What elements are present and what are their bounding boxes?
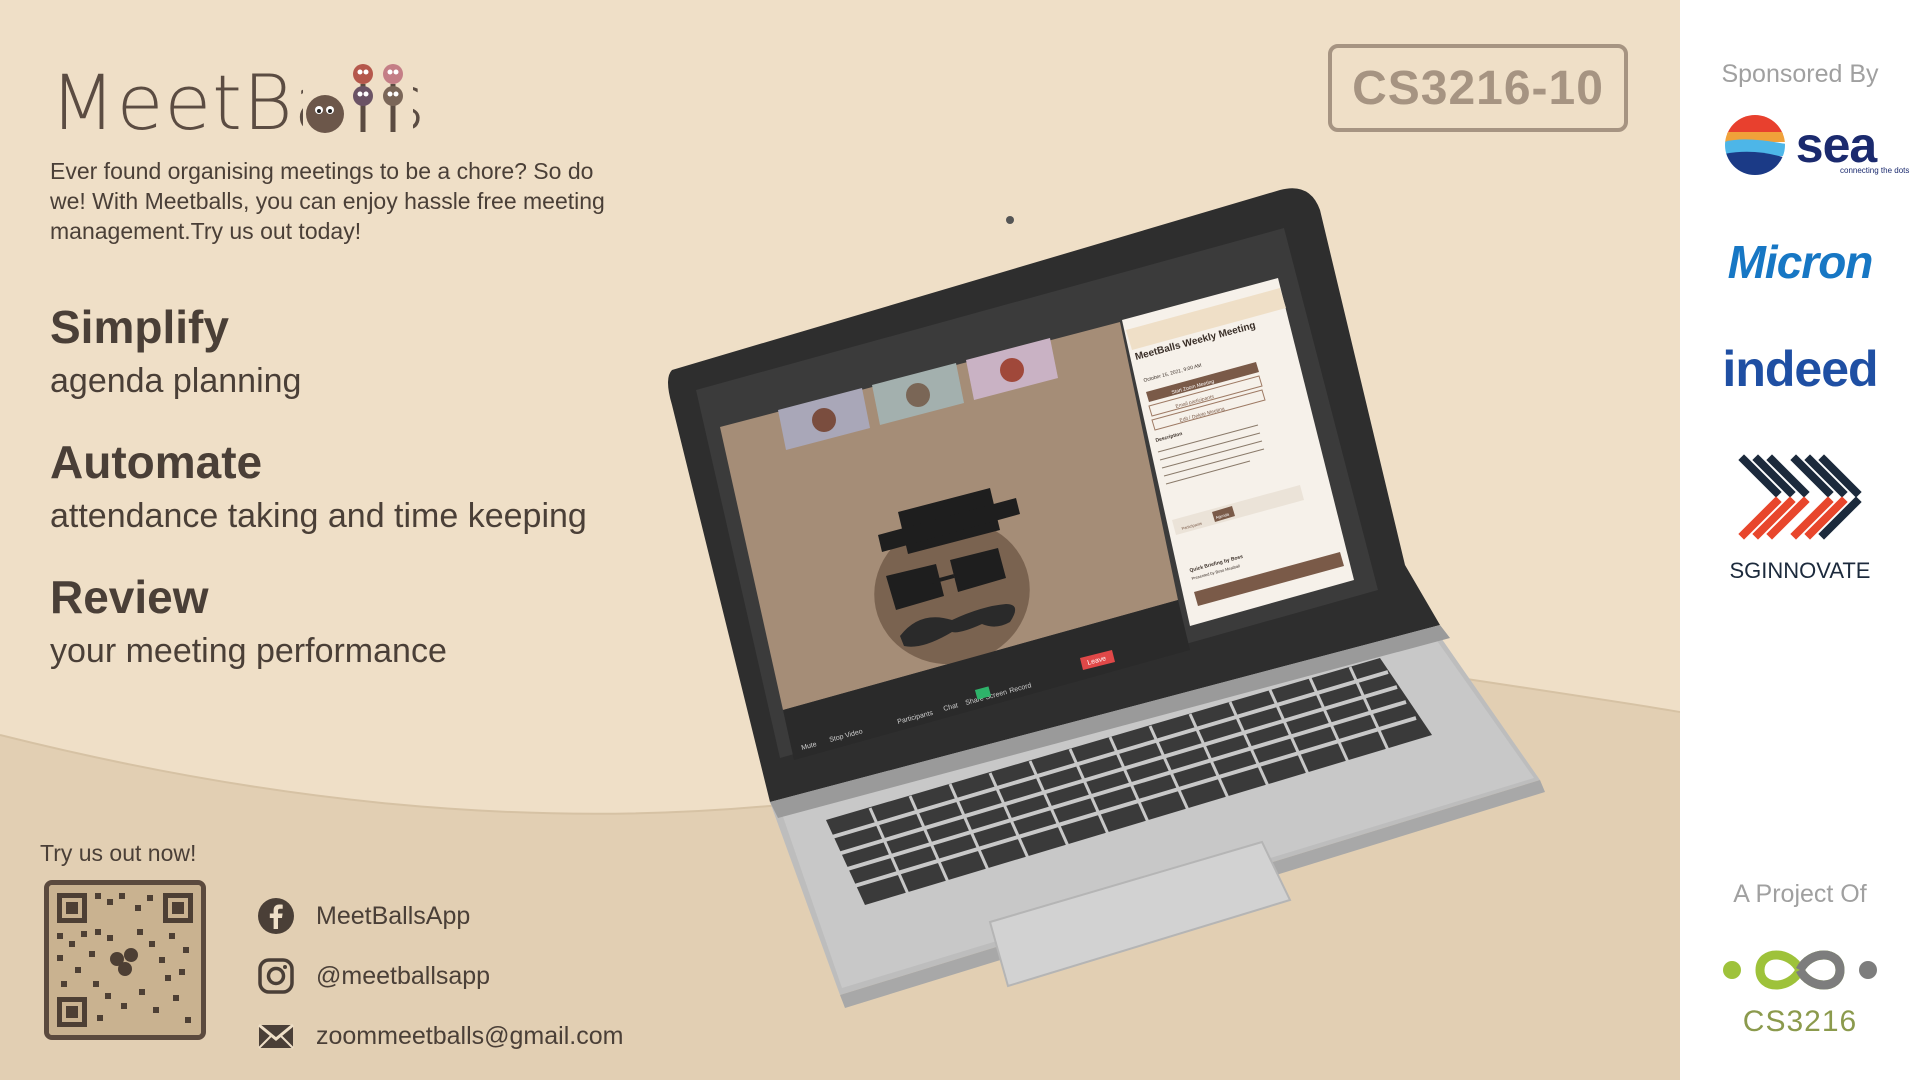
qr-code[interactable] bbox=[44, 880, 206, 1040]
cta-label: Try us out now! bbox=[40, 840, 197, 866]
contact-facebook[interactable]: MeetBallsApp bbox=[256, 896, 470, 936]
feature-title-automate: Automate bbox=[50, 436, 263, 488]
sponsored-by-label: Sponsored By bbox=[1721, 60, 1879, 88]
sponsor-micron[interactable]: Micron bbox=[1680, 232, 1920, 292]
feature-title-review: Review bbox=[50, 571, 209, 623]
feature-subtitle-automate: attendance taking and time keeping bbox=[50, 497, 587, 535]
cs3216-logo[interactable] bbox=[1680, 940, 1920, 1000]
laptop-illustration: Mute Stop Video Participants Chat Share … bbox=[668, 188, 1545, 1008]
project-of-label: A Project Of bbox=[1733, 880, 1867, 908]
mail-icon bbox=[258, 1023, 294, 1049]
feature-subtitle-review: your meeting performance bbox=[50, 632, 447, 670]
sponsor-sginnovate-mark bbox=[1680, 452, 1920, 552]
sponsor-indeed-name: indeed bbox=[1722, 341, 1878, 397]
facebook-icon bbox=[258, 898, 294, 934]
project-name-text: CS3216 bbox=[1742, 1005, 1858, 1038]
meatballs-logo-icon bbox=[303, 62, 413, 134]
infinity-logo-icon bbox=[1723, 950, 1877, 990]
sponsor-sidebar: Sponsored By sea connecting the dots Mic… bbox=[1680, 0, 1920, 1080]
qr-code-pattern bbox=[49, 885, 201, 1035]
contact-instagram-text: @meetballsapp bbox=[316, 961, 491, 990]
poster-main: MeetBalls Ever found organising meetings… bbox=[0, 0, 1680, 1080]
brand-tagline: Ever found organising meetings to be a c… bbox=[50, 158, 605, 244]
sponsor-indeed[interactable]: indeed bbox=[1680, 336, 1920, 402]
feature-title-simplify: Simplify bbox=[50, 301, 229, 353]
course-code-badge: CS3216-10 bbox=[1328, 44, 1628, 132]
sponsor-micron-name: Micron bbox=[1727, 236, 1874, 288]
sponsor-sginnovate-name: SGINNOVATE bbox=[1729, 558, 1871, 583]
sea-logo-icon bbox=[1724, 115, 1785, 175]
contact-instagram[interactable]: @meetballsapp bbox=[256, 956, 490, 996]
feature-subtitle-simplify: agenda planning bbox=[50, 362, 302, 400]
contact-facebook-text: MeetBallsApp bbox=[316, 901, 471, 930]
sponsor-sginnovate[interactable]: SGINNOVATE bbox=[1680, 556, 1920, 586]
instagram-icon bbox=[258, 958, 294, 994]
sginnovate-logo-icon bbox=[1738, 454, 1862, 540]
contact-email-text: zoommeetballs@gmail.com bbox=[316, 1021, 624, 1050]
sponsor-sea-tagline: connecting the dots bbox=[1840, 166, 1910, 175]
contact-email[interactable]: zoommeetballs@gmail.com bbox=[256, 1016, 623, 1056]
project-name: CS3216 bbox=[1680, 1002, 1920, 1042]
